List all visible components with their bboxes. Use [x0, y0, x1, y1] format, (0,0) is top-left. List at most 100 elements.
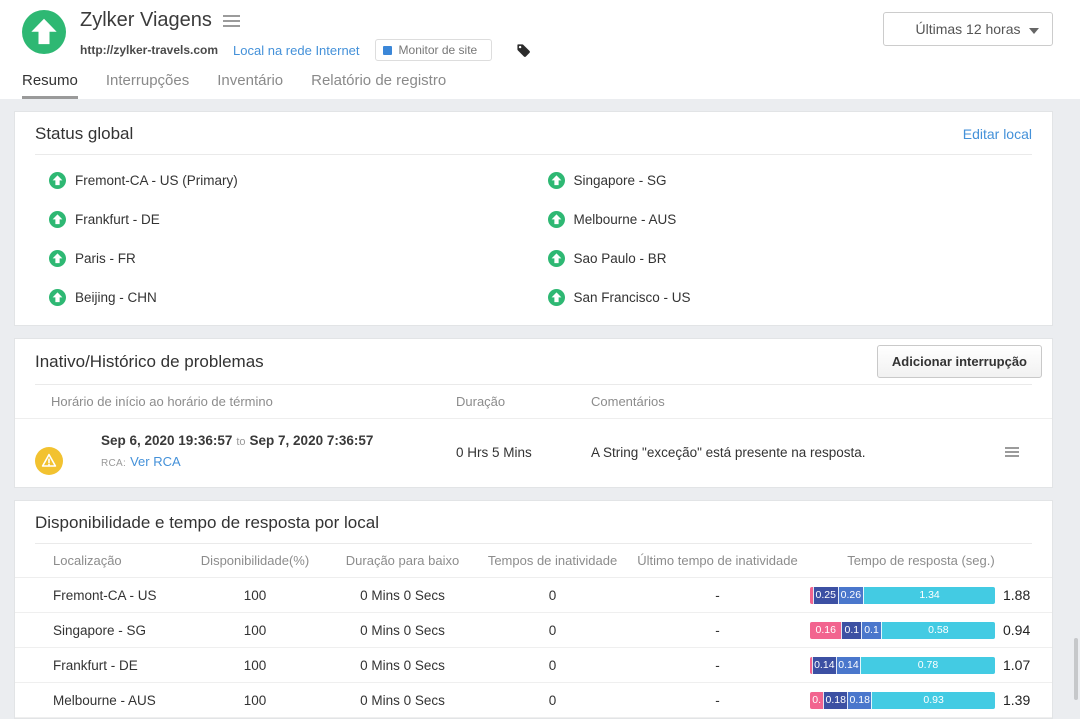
response-time-cell: 0.16 0.1 0.1 0.58 0.94 — [810, 621, 1037, 639]
column-header: Duração para baixo — [345, 553, 460, 568]
status-up-icon — [547, 172, 565, 189]
availability-header: Localização Disponibilidade(%) Duração par… — [15, 544, 1052, 578]
status-location: Sao Paulo - BR — [534, 239, 1033, 278]
location-label: San Francisco - US — [573, 290, 691, 305]
downtime-count-cell: 0 — [548, 657, 557, 673]
table-row: Fremont-CA - US 100 0 Mins 0 Secs 0 - 0.25 0.2… — [15, 578, 1052, 613]
bar-segment: 0.14 — [811, 656, 836, 674]
location-label: Frankfurt - DE — [75, 212, 160, 227]
location-cell: Fremont-CA - US — [53, 587, 157, 603]
time-range-select[interactable]: Últimas 12 horas — [883, 12, 1053, 46]
outage-history-title: Inativo/Histórico de problemas — [35, 351, 264, 371]
page-title: Zylker Viagens — [80, 9, 212, 31]
column-header: Localização — [53, 553, 122, 568]
column-header: Comentários — [591, 394, 665, 409]
to-label: to — [236, 436, 246, 448]
time-range-value: Últimas 12 horas — [915, 21, 1021, 37]
availability-cell: 100 — [243, 692, 267, 708]
status-location: Paris - FR — [35, 239, 534, 278]
add-outage-button[interactable]: Adicionar interrupção — [876, 345, 1042, 378]
response-time-bar: 0.14 0.14 0.78 — [810, 656, 995, 674]
status-up-icon — [49, 211, 66, 228]
monitor-type-badge: Monitor de site — [374, 39, 493, 61]
tab-invent-rio[interactable]: Inventário — [217, 72, 283, 99]
availability-title: Disponibilidade e tempo de resposta por … — [35, 513, 379, 532]
vertical-scrollbar[interactable] — [1074, 638, 1078, 700]
location-cell: Melbourne - AUS — [53, 692, 156, 708]
last-downtime-cell: - — [715, 692, 720, 708]
status-up-icon — [547, 289, 565, 306]
column-header: Disponibilidade(%) — [200, 553, 310, 568]
last-downtime-cell: - — [715, 622, 720, 638]
tab-resumo[interactable]: Resumo — [22, 72, 78, 99]
response-time-bar: 0.25 0.26 1.34 — [810, 586, 995, 604]
response-time-bar: 0. 0.18 0.18 0.93 — [810, 691, 995, 709]
page-header: Zylker Viagens http://zylker-travels.com… — [0, 0, 1080, 99]
bar-segment: 0.1 — [861, 621, 881, 639]
downtime-count-cell: 0 — [548, 692, 557, 708]
response-time-total: 1.88 — [1003, 587, 1031, 603]
location-label: Beijing - CHN — [75, 290, 157, 305]
outage-end: Sep 7, 2020 7:36:57 — [249, 433, 374, 448]
column-header: Horário de início ao horário de término — [51, 394, 273, 409]
status-locations: Fremont-CA - US (Primary) Singapore - SG F… — [15, 155, 1052, 325]
downtime-duration-cell: 0 Mins 0 Secs — [360, 622, 445, 638]
monitor-menu-icon[interactable] — [222, 12, 240, 30]
table-row: Melbourne - AUS 100 0 Mins 0 Secs 0 - 0. 0.18 0… — [15, 683, 1052, 718]
status-up-icon — [547, 250, 565, 267]
availability-cell: 100 — [243, 622, 267, 638]
status-location: Melbourne - AUS — [534, 200, 1033, 239]
tab-relat-rio-de-registro[interactable]: Relatório de registro — [311, 72, 446, 99]
bar-segment: 0.93 — [871, 691, 995, 709]
outage-start: Sep 6, 2020 19:36:57 — [101, 433, 233, 448]
host-link[interactable]: Local na rede Internet — [233, 43, 359, 58]
last-downtime-cell: - — [715, 657, 720, 673]
status-location: Singapore - SG — [534, 161, 1033, 200]
location-label: Singapore - SG — [573, 173, 667, 188]
availability-cell: 100 — [243, 657, 267, 673]
rca-label: RCA: — [101, 458, 127, 469]
location-cell: Frankfurt - DE — [53, 657, 138, 673]
status-up-icon — [547, 211, 565, 228]
response-time-total: 1.07 — [1003, 657, 1031, 673]
column-header: Duração — [456, 394, 506, 409]
response-time-cell: 0. 0.18 0.18 0.93 1.39 — [810, 691, 1037, 709]
monitor-url: http://zylker-travels.com — [80, 43, 219, 57]
bar-segment: 0.25 — [812, 586, 838, 604]
row-actions-menu-icon[interactable] — [1005, 445, 1019, 460]
edit-location-link[interactable]: Editar local — [963, 126, 1032, 142]
monitor-type-label: Monitor de site — [398, 43, 478, 57]
chevron-down-icon — [1029, 28, 1039, 34]
bar-segment: 0.58 — [880, 621, 995, 639]
outage-row: Sep 6, 2020 19:36:57 to Sep 7, 2020 7:36:5… — [15, 419, 1052, 487]
monitor-status-up-icon — [22, 10, 66, 54]
status-location: Beijing - CHN — [35, 278, 534, 317]
location-label: Melbourne - AUS — [573, 212, 677, 227]
availability-cell: 100 — [243, 587, 267, 603]
bar-segment: 0.1 — [841, 621, 862, 639]
tab-bar: Resumo Interrupções Inventário Relatório de… — [22, 72, 1053, 99]
status-location: Fremont-CA - US (Primary) — [35, 161, 534, 200]
status-up-icon — [49, 172, 66, 189]
status-global-title: Status global — [35, 124, 134, 143]
response-time-bar: 0.16 0.1 0.1 0.58 — [810, 621, 995, 639]
response-time-cell: 0.14 0.14 0.78 1.07 — [810, 656, 1037, 674]
response-time-cell: 0.25 0.26 1.34 1.88 — [810, 586, 1037, 604]
tab-interrup-es[interactable]: Interrupções — [106, 72, 189, 99]
status-up-icon — [49, 250, 66, 267]
downtime-duration-cell: 0 Mins 0 Secs — [360, 692, 445, 708]
bar-segment: 0.14 — [835, 656, 861, 674]
location-cell: Singapore - SG — [53, 622, 147, 638]
location-label: Fremont-CA - US (Primary) — [75, 173, 238, 188]
bar-segment: 0.26 — [837, 586, 864, 604]
status-location: Frankfurt - DE — [35, 200, 534, 239]
availability-card: Disponibilidade e tempo de resposta por … — [14, 500, 1053, 719]
downtime-count-cell: 0 — [548, 622, 557, 638]
location-label: Sao Paulo - BR — [573, 251, 667, 266]
bar-segment: 0. — [810, 691, 824, 709]
view-rca-link[interactable]: Ver RCA — [130, 454, 181, 469]
downtime-duration-cell: 0 Mins 0 Secs — [360, 587, 445, 603]
outage-table-header: Horário de início ao horário de término … — [15, 385, 1052, 419]
table-row: Singapore - SG 100 0 Mins 0 Secs 0 - 0.16 0.1 0… — [15, 613, 1052, 648]
tag-icon[interactable] — [515, 42, 532, 59]
